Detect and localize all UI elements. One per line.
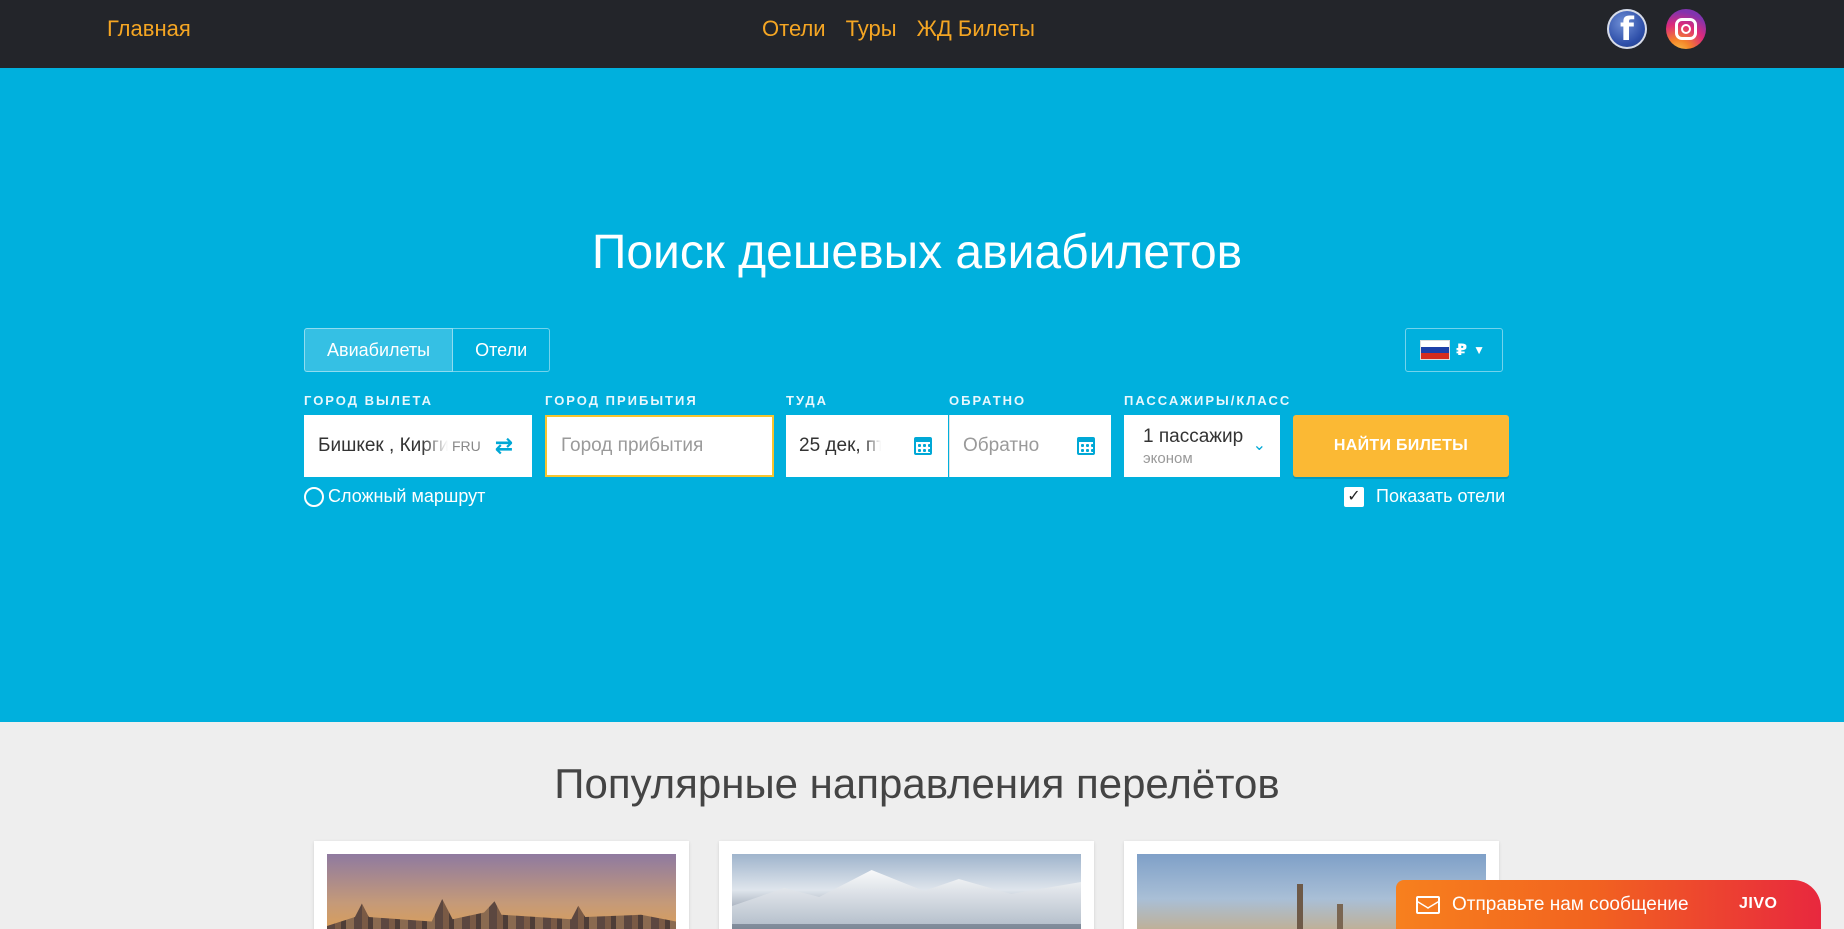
instagram-icon[interactable] [1666, 9, 1706, 49]
destination-card[interactable] [719, 841, 1094, 929]
chevron-down-icon: ▼ [1473, 343, 1486, 357]
passengers-label: ПАССАЖИРЫ/КЛАСС [1124, 393, 1292, 408]
passenger-count: 1 пассажир [1143, 425, 1244, 447]
search-tabs: Авиабилеты Отели [304, 328, 551, 372]
calendar-icon[interactable] [1077, 437, 1095, 455]
return-date-field[interactable]: Обратно [949, 415, 1111, 477]
return-date-placeholder: Обратно [963, 435, 1040, 456]
currency-selector[interactable]: ₽ ▼ [1405, 328, 1503, 372]
complex-route-link[interactable]: Сложный маршрут [304, 486, 485, 507]
destination-input[interactable]: Город прибытия [545, 415, 774, 477]
complex-route-label: Сложный маршрут [328, 486, 486, 506]
currency-symbol: ₽ [1456, 342, 1468, 359]
tab-flights[interactable]: Авиабилеты [304, 328, 454, 372]
depart-date-value: 25 дек, пт [799, 435, 881, 456]
origin-field[interactable]: Бишкек , Киргизия FRU ⇄ [304, 415, 532, 477]
page-title: Поиск дешевых авиабилетов [591, 226, 1243, 279]
calendar-icon[interactable] [914, 437, 932, 455]
nav-link-hotels[interactable]: Отели [762, 16, 826, 42]
show-hotels-checkbox[interactable]: ✓ [1344, 486, 1364, 507]
nav-home-link[interactable]: Главная [107, 16, 191, 42]
tab-hotels[interactable]: Отели [453, 328, 551, 372]
popular-destinations-title: Популярные направления перелётов [554, 760, 1280, 807]
show-hotels-label: Показать отели [1376, 486, 1506, 506]
destination-image [327, 854, 676, 929]
search-hero: Поиск дешевых авиабилетов Авиабилеты Оте… [0, 68, 1844, 722]
destination-card[interactable] [314, 841, 689, 929]
destination-image [732, 854, 1081, 929]
origin-iata: FRU [452, 438, 481, 454]
origin-value: Бишкек , Киргизия [318, 435, 448, 456]
top-navbar: Главная Отели Туры ЖД Билеты f [0, 0, 1844, 68]
travel-class: эконом [1143, 449, 1193, 467]
search-tickets-button[interactable]: НАЙТИ БИЛЕТЫ [1293, 415, 1509, 477]
destination-label: ГОРОД ПРИБЫТИЯ [545, 393, 698, 408]
nav-link-train-tickets[interactable]: ЖД Билеты [917, 16, 1035, 42]
russia-flag-icon [1420, 340, 1450, 360]
chat-brand-logo: JIVO [1739, 895, 1778, 912]
show-hotels-toggle[interactable]: ✓ Показать отели [1344, 486, 1505, 507]
nav-links: Отели Туры ЖД Билеты [762, 16, 1035, 42]
envelope-icon [1416, 895, 1440, 914]
destination-placeholder: Город прибытия [561, 435, 704, 456]
route-icon [304, 486, 324, 507]
return-label: ОБРАТНО [949, 393, 1027, 408]
facebook-icon[interactable]: f [1607, 9, 1647, 49]
origin-label: ГОРОД ВЫЛЕТА [304, 393, 434, 408]
nav-link-tours[interactable]: Туры [846, 16, 897, 42]
chat-widget[interactable]: Отправьте нам сообщение JIVO [1396, 880, 1821, 929]
chat-label: Отправьте нам сообщение [1452, 893, 1689, 915]
depart-label: ТУДА [786, 393, 829, 408]
passengers-selector[interactable]: 1 пассажир эконом ⌄ [1124, 415, 1280, 477]
depart-date-field[interactable]: 25 дек, пт [786, 415, 948, 477]
swap-icon[interactable]: ⇄ [495, 433, 513, 459]
chevron-down-icon: ⌄ [1252, 437, 1266, 454]
